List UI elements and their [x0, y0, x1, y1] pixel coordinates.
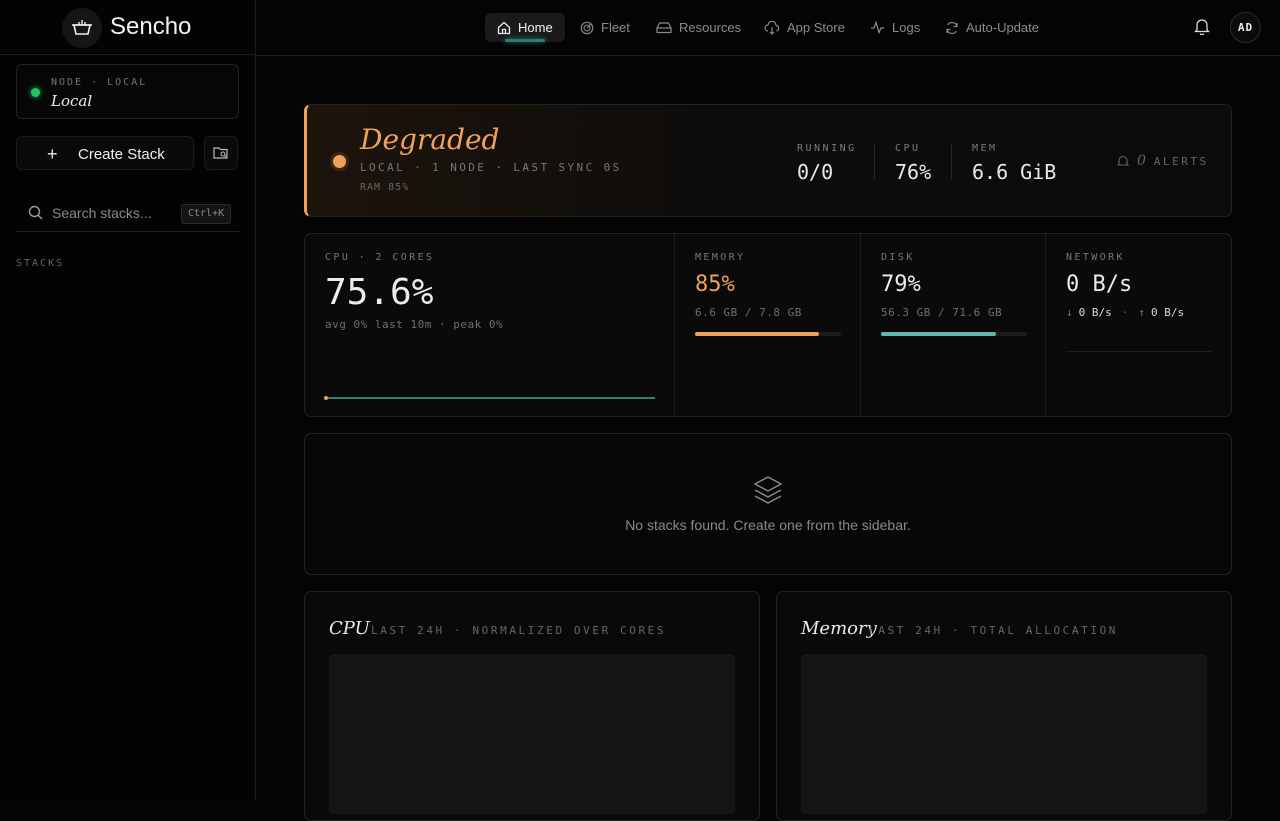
cpu-history-card: CPU LAST 24H · NORMALIZED OVER CORES [304, 591, 760, 821]
memory-detail: 6.6 GB / 7.8 GB [695, 306, 802, 319]
activity-icon [871, 21, 884, 34]
alerts-count: 0 [1137, 153, 1146, 169]
nav-fleet-label: Fleet [601, 20, 630, 35]
hard-drive-icon [656, 22, 672, 34]
empty-message: No stacks found. Create one from the sid… [625, 517, 911, 533]
disk-progress-bar [881, 332, 1027, 336]
search-shortcut-hint: Ctrl+K [181, 204, 232, 224]
network-metric: NETWORK 0 B/s ↓ 0 B/s · ↑ 0 B/s [1046, 234, 1231, 416]
nav-auto-update[interactable]: Auto-Update [933, 13, 1051, 42]
cpu-chart-title: CPU [329, 618, 370, 639]
kpi-value: 76% [895, 160, 932, 184]
disk-metric: DISK 79% 56.3 GB / 71.6 GB [861, 234, 1046, 416]
alerts-summary[interactable]: 0 ALERTS [1117, 153, 1209, 169]
arrow-up-icon: ↑ [1138, 306, 1145, 319]
top-nav: Home Fleet Resources App Store Logs Auto… [256, 0, 1280, 56]
nav-app-store[interactable]: App Store [752, 13, 857, 42]
sidebar: Sencho NODE · LOCAL Local + Create Stack… [0, 0, 256, 800]
cpu-label: CPU · 2 CORES [325, 252, 435, 263]
arrow-down-icon: ↓ [1066, 306, 1073, 319]
node-selector[interactable]: NODE · LOCAL Local [16, 64, 239, 119]
network-label: NETWORK [1066, 252, 1125, 263]
node-name: Local [51, 92, 93, 110]
cpu-chart-subtitle: LAST 24H · NORMALIZED OVER CORES [371, 624, 667, 637]
kpi-label: RUNNING [797, 143, 857, 154]
browse-folder-button[interactable] [204, 136, 238, 170]
nav-app-store-label: App Store [787, 20, 845, 35]
memory-metric: MEMORY 85% 6.6 GB / 7.8 GB [675, 234, 861, 416]
kpi-label: CPU [895, 143, 921, 154]
nav-logs[interactable]: Logs [858, 13, 932, 42]
cloud-download-icon [764, 20, 780, 35]
kpi-label: MEM [972, 143, 998, 154]
node-status-indicator [31, 88, 40, 97]
stack-search: Ctrl+K [16, 195, 239, 232]
separator-dot: · [1121, 306, 1129, 319]
network-value: 0 B/s [1066, 272, 1133, 297]
user-avatar[interactable]: AD [1230, 12, 1261, 43]
network-down: 0 B/s [1078, 306, 1112, 319]
health-status-card: Degraded LOCAL · 1 NODE · LAST SYNC 0S R… [304, 104, 1232, 217]
nav-resources-label: Resources [679, 20, 742, 35]
notifications-bell-icon[interactable] [1194, 18, 1210, 35]
memory-chart-subtitle: LAST 24H · TOTAL ALLOCATION [869, 624, 1119, 637]
create-stack-button[interactable]: + Create Stack [16, 136, 194, 170]
cpu-detail: avg 0% last 10m · peak 0% [325, 318, 504, 331]
empty-stacks-card: No stacks found. Create one from the sid… [304, 433, 1232, 575]
memory-chart-area [801, 654, 1207, 814]
kpi-divider [951, 143, 952, 179]
logo-icon[interactable] [62, 8, 102, 48]
node-meta: NODE · LOCAL [51, 77, 148, 88]
refresh-icon [946, 21, 958, 34]
status-title: Degraded [360, 123, 500, 156]
stacks-heading: STACKS [16, 258, 65, 269]
memory-label: MEMORY [695, 252, 746, 263]
radar-icon [580, 21, 594, 34]
network-rates: ↓ 0 B/s · ↑ 0 B/s [1066, 306, 1184, 319]
nav-home[interactable]: Home [485, 13, 565, 42]
kpi-mem: MEM 6.6 GiB [972, 143, 1056, 184]
metrics-panel: CPU · 2 CORES 75.6% avg 0% last 10m · pe… [304, 233, 1232, 417]
cpu-sparkline [324, 396, 655, 400]
nav-resources[interactable]: Resources [644, 13, 753, 42]
disk-value: 79% [881, 272, 921, 297]
memory-progress-fill [695, 332, 820, 336]
nav-auto-update-label: Auto-Update [966, 20, 1039, 35]
kpi-running: RUNNING 0/0 [797, 143, 857, 184]
status-indicator [333, 155, 346, 168]
folder-search-icon [213, 147, 228, 159]
memory-history-card: Memory LAST 24H · TOTAL ALLOCATION [776, 591, 1232, 821]
active-tab-indicator [505, 39, 545, 42]
nav-home-label: Home [518, 20, 553, 35]
disk-label: DISK [881, 252, 915, 263]
nav-logs-label: Logs [892, 20, 921, 35]
memory-value: 85% [695, 272, 735, 297]
search-icon [28, 205, 43, 220]
search-input[interactable] [52, 203, 182, 223]
plus-icon: + [47, 144, 58, 164]
nav-fleet[interactable]: Fleet [568, 13, 642, 42]
layers-icon [754, 476, 782, 504]
cpu-metric: CPU · 2 CORES 75.6% avg 0% last 10m · pe… [305, 234, 675, 416]
status-ram: RAM 85% [360, 182, 410, 193]
memory-progress-bar [695, 332, 841, 336]
bell-icon [1117, 155, 1129, 166]
brand-name: Sencho [110, 13, 192, 40]
brand-header: Sencho [0, 0, 255, 55]
disk-detail: 56.3 GB / 71.6 GB [881, 306, 1003, 319]
network-divider [1066, 351, 1212, 352]
kpi-cpu: CPU 76% [895, 143, 931, 184]
create-stack-label: Create Stack [78, 146, 165, 163]
kpi-value: 0/0 [797, 160, 834, 184]
home-icon [497, 21, 511, 34]
alerts-label: ALERTS [1153, 154, 1209, 168]
cpu-value: 75.6% [325, 272, 434, 313]
kpi-divider [874, 143, 875, 179]
kpi-value: 6.6 GiB [972, 160, 1057, 184]
cpu-chart-area [329, 654, 735, 814]
status-subtitle: LOCAL · 1 NODE · LAST SYNC 0S [360, 161, 622, 174]
disk-progress-fill [881, 332, 997, 336]
memory-chart-title: Memory [801, 618, 877, 639]
network-up: 0 B/s [1151, 306, 1185, 319]
